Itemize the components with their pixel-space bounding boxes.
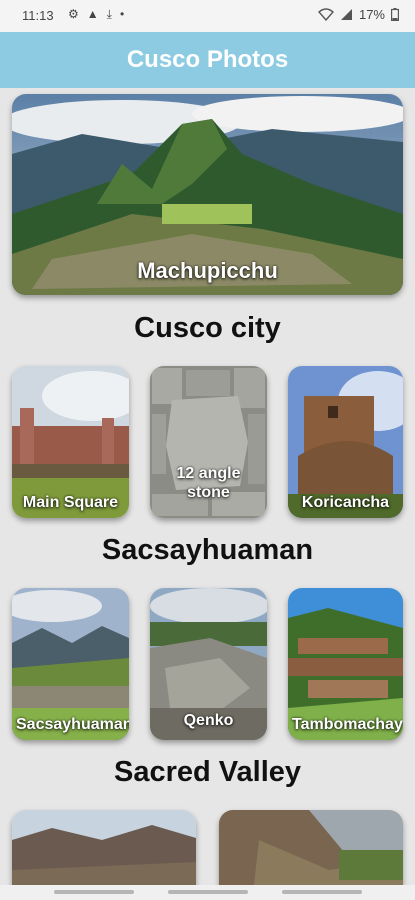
card-label: Sacsayhuaman (16, 715, 129, 733)
hero-label: Machupicchu (137, 257, 278, 283)
signal-icon (340, 9, 352, 20)
card-sacred-valley-1[interactable] (12, 810, 196, 885)
card-koricancha[interactable]: Koricancha (288, 366, 403, 518)
nav-pill-center[interactable] (168, 890, 248, 894)
wifi-icon (317, 8, 334, 21)
system-icons: 17% (317, 7, 399, 22)
download-icon: ⤓ (106, 7, 112, 21)
card-sacred-valley-2[interactable] (219, 810, 403, 885)
section-title-cusco-city: Cusco city (134, 312, 281, 344)
nav-pill-right[interactable] (282, 890, 362, 894)
section-title-sacsayhuaman: Sacsayhuaman (101, 534, 314, 566)
settings-dot-icon: ⚙ (68, 7, 79, 21)
card-label: Tambomachay (292, 715, 403, 733)
status-time: 11:13 (22, 8, 54, 23)
notification-icons: ⚙ ▲ ⤓ • (68, 7, 124, 22)
card-tambomachay[interactable]: Tambomachay (288, 588, 403, 740)
card-sacsayhuaman[interactable]: Sacsayhuaman (12, 588, 129, 740)
card-label: Koricancha (301, 493, 390, 511)
dot-icon: • (119, 7, 125, 21)
app-title: Cusco Photos (126, 46, 289, 73)
battery-icon (391, 8, 399, 21)
card-main-square[interactable]: Main Square (12, 366, 129, 518)
status-bar: 11:13 ⚙ ▲ ⤓ • 17% (0, 0, 415, 32)
section-title-sacred-valley: Sacred Valley (113, 756, 302, 788)
card-qenko[interactable]: Qenko (150, 588, 267, 740)
battery-percent: 17% (358, 7, 385, 22)
sacred-valley-photo-2 (219, 810, 403, 885)
app-bar: Cusco Photos (0, 32, 415, 88)
card-12-angle-stone[interactable]: 12 angle stone (150, 366, 267, 518)
nav-pill-left[interactable] (54, 890, 134, 894)
photo-list[interactable]: Machupicchu Cusco city Main Square 12 an (0, 88, 415, 885)
warning-icon: ▲ (86, 7, 99, 21)
navigation-bar (0, 885, 415, 900)
card-label: 12 angle stone (176, 465, 241, 501)
card-label: Qenko (183, 711, 234, 729)
hero-card-machupicchu[interactable]: Machupicchu (12, 94, 403, 295)
card-label: Main Square (22, 493, 119, 511)
sacred-valley-photo-1 (12, 810, 196, 885)
